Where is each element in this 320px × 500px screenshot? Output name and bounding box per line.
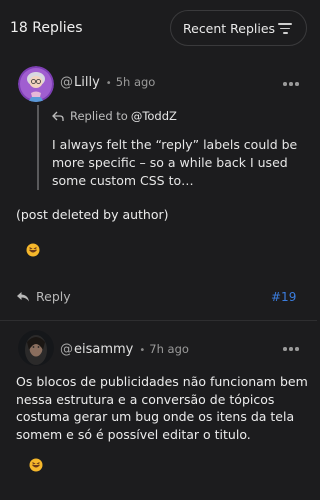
post-timestamp[interactable]: 7h ago (149, 342, 189, 356)
post-author-line: @ eisammy • 7h ago (60, 342, 189, 357)
sort-label: Recent Replies (183, 20, 276, 36)
filter-lines-icon (278, 22, 292, 34)
post-author-line: @ Lilly • 5h ago (60, 75, 155, 90)
at-symbol: @ (60, 75, 73, 90)
at-symbol: @ (60, 342, 73, 357)
more-options-icon[interactable] (283, 347, 299, 351)
reply-icon (17, 291, 29, 301)
post-divider (0, 320, 317, 321)
quote-bar (37, 105, 39, 190)
avatar[interactable] (18, 66, 54, 102)
replied-to-user-link[interactable]: @ToddZ (131, 109, 177, 123)
lilly-avatar-image (18, 66, 54, 102)
post-body: Os blocos de publicidades não funcionam … (16, 374, 308, 442)
laughing-emoji-icon[interactable] (29, 457, 43, 472)
reply-arrow-icon (52, 111, 64, 121)
post-body: (post deleted by author) (16, 207, 169, 222)
reply-label: Reply (36, 289, 71, 304)
post-number-link[interactable]: #19 (271, 290, 296, 304)
sort-replies-button[interactable]: Recent Replies (170, 10, 307, 46)
eisammy-avatar-image (18, 330, 54, 366)
reply-button[interactable]: Reply (16, 289, 71, 304)
replied-to-line[interactable]: Replied to @ToddZ (52, 109, 177, 123)
replies-count: 18 Replies (10, 20, 83, 36)
more-options-icon[interactable] (283, 82, 299, 86)
laughing-emoji-icon[interactable] (26, 242, 40, 257)
separator-dot: • (105, 78, 112, 89)
post-username[interactable]: Lilly (74, 75, 100, 90)
separator-dot: • (139, 345, 146, 356)
avatar[interactable] (18, 330, 54, 366)
post-username[interactable]: eisammy (74, 342, 133, 357)
replies-header: 18 Replies Recent Replies (0, 0, 317, 56)
quoted-text: I always felt the “reply” labels could b… (52, 137, 298, 188)
replied-to-label: Replied to (70, 109, 128, 123)
post-timestamp[interactable]: 5h ago (116, 75, 156, 89)
